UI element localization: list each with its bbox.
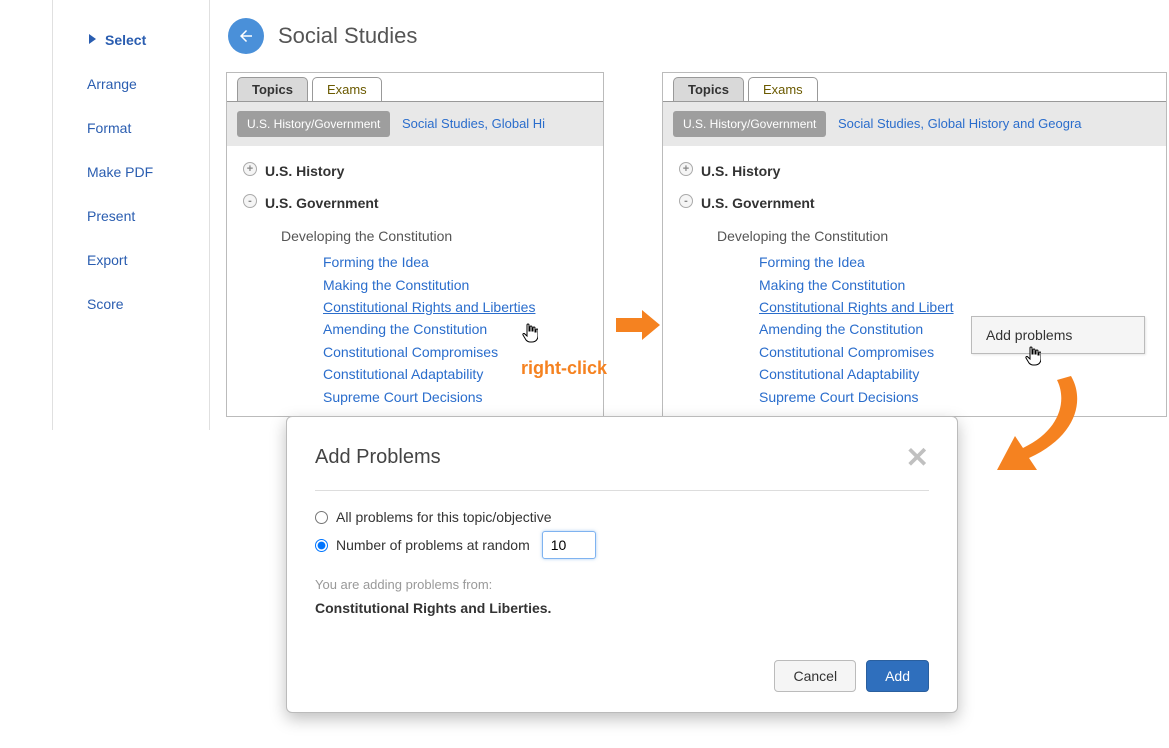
back-button[interactable] — [228, 18, 264, 54]
topic-link[interactable]: Forming the Idea — [679, 251, 1150, 273]
tab-exams[interactable]: Exams — [748, 77, 818, 101]
radio-random[interactable] — [315, 539, 328, 552]
sidebar-label: Make PDF — [87, 164, 153, 180]
tree-root-us-history[interactable]: + U.S. History — [243, 160, 587, 182]
tree-root-label: U.S. History — [265, 163, 344, 179]
radio-random-label: Number of problems at random — [336, 537, 530, 553]
sidebar-item-export[interactable]: Export — [53, 238, 209, 282]
context-menu-add-problems[interactable]: Add problems — [971, 316, 1145, 354]
subject-link-global[interactable]: Social Studies, Global Hi — [402, 116, 545, 131]
random-count-input[interactable] — [542, 531, 596, 559]
radio-all-problems-row[interactable]: All problems for this topic/objective — [315, 509, 929, 525]
topic-tree: + U.S. History - U.S. Government Develop… — [227, 146, 603, 422]
sidebar-label: Export — [87, 252, 127, 268]
sidebar-label: Score — [87, 296, 124, 312]
tree-root-us-government[interactable]: - U.S. Government — [243, 192, 587, 214]
topic-link-selected[interactable]: Constitutional Rights and Libert — [679, 296, 1150, 318]
collapse-icon[interactable]: - — [679, 194, 693, 208]
dialog-header: Add Problems ✕ — [315, 441, 929, 491]
dialog-topic: Constitutional Rights and Liberties. — [315, 600, 929, 616]
topic-link[interactable]: Forming the Idea — [243, 251, 587, 273]
page-title: Social Studies — [278, 23, 417, 49]
subject-link-global[interactable]: Social Studies, Global History and Geogr… — [838, 116, 1082, 131]
sidebar-label: Arrange — [87, 76, 137, 92]
tab-topics[interactable]: Topics — [237, 77, 308, 101]
tree-root-label: U.S. History — [701, 163, 780, 179]
page-header: Social Studies — [228, 18, 417, 54]
sidebar-label: Format — [87, 120, 131, 136]
arrow-left-icon — [237, 27, 255, 45]
tree-subheading: Developing the Constitution — [243, 225, 587, 247]
radio-all-problems[interactable] — [315, 511, 328, 524]
sidebar-item-makepdf[interactable]: Make PDF — [53, 150, 209, 194]
dialog-title: Add Problems — [315, 446, 441, 469]
topic-link[interactable]: Making the Constitution — [679, 274, 1150, 296]
close-icon: ✕ — [906, 442, 929, 473]
sidebar-label: Present — [87, 208, 135, 224]
topic-link-selected[interactable]: Constitutional Rights and Liberties — [243, 296, 587, 318]
dialog-close-button[interactable]: ✕ — [906, 441, 929, 474]
expand-icon[interactable]: + — [243, 162, 257, 176]
sidebar-item-present[interactable]: Present — [53, 194, 209, 238]
topic-link[interactable]: Making the Constitution — [243, 274, 587, 296]
tree-root-us-government[interactable]: - U.S. Government — [679, 192, 1150, 214]
tree-root-label: U.S. Government — [701, 195, 815, 211]
subject-bar: U.S. History/Government Social Studies, … — [663, 101, 1166, 146]
dialog-hint: You are adding problems from: — [315, 577, 929, 592]
topic-link[interactable]: Supreme Court Decisions — [243, 386, 587, 408]
subject-pill-us-history-gov[interactable]: U.S. History/Government — [673, 111, 826, 137]
topic-link[interactable]: Amending the Constitution — [243, 318, 587, 340]
tab-bar: Topics Exams — [227, 73, 603, 101]
sidebar-label: Select — [105, 32, 146, 48]
tab-bar: Topics Exams — [663, 73, 1166, 101]
active-marker-icon — [89, 34, 96, 44]
radio-all-label: All problems for this topic/objective — [336, 509, 552, 525]
annotation-right-click-label: right-click — [521, 358, 607, 379]
add-problems-dialog: Add Problems ✕ All problems for this top… — [286, 416, 958, 713]
tree-subheading: Developing the Constitution — [679, 225, 1150, 247]
subject-pill-us-history-gov[interactable]: U.S. History/Government — [237, 111, 390, 137]
add-button[interactable]: Add — [866, 660, 929, 692]
dialog-footer: Cancel Add — [315, 660, 929, 692]
sidebar-item-score[interactable]: Score — [53, 282, 209, 326]
radio-random-row[interactable]: Number of problems at random — [315, 531, 929, 559]
tab-topics[interactable]: Topics — [673, 77, 744, 101]
tree-root-label: U.S. Government — [265, 195, 379, 211]
topics-panel-right: Topics Exams U.S. History/Government Soc… — [662, 72, 1167, 417]
annotation-arrow-right-icon — [616, 310, 660, 340]
cancel-button[interactable]: Cancel — [774, 660, 856, 692]
sidebar: Select Arrange Format Make PDF Present E… — [52, 0, 210, 430]
annotation-arrow-curve-icon — [989, 372, 1089, 482]
topic-tree: + U.S. History - U.S. Government Develop… — [663, 146, 1166, 422]
expand-icon[interactable]: + — [679, 162, 693, 176]
sidebar-item-arrange[interactable]: Arrange — [53, 62, 209, 106]
tab-exams[interactable]: Exams — [312, 77, 382, 101]
sidebar-item-format[interactable]: Format — [53, 106, 209, 150]
tree-root-us-history[interactable]: + U.S. History — [679, 160, 1150, 182]
sidebar-item-select[interactable]: Select — [53, 18, 209, 62]
subject-bar: U.S. History/Government Social Studies, … — [227, 101, 603, 146]
collapse-icon[interactable]: - — [243, 194, 257, 208]
